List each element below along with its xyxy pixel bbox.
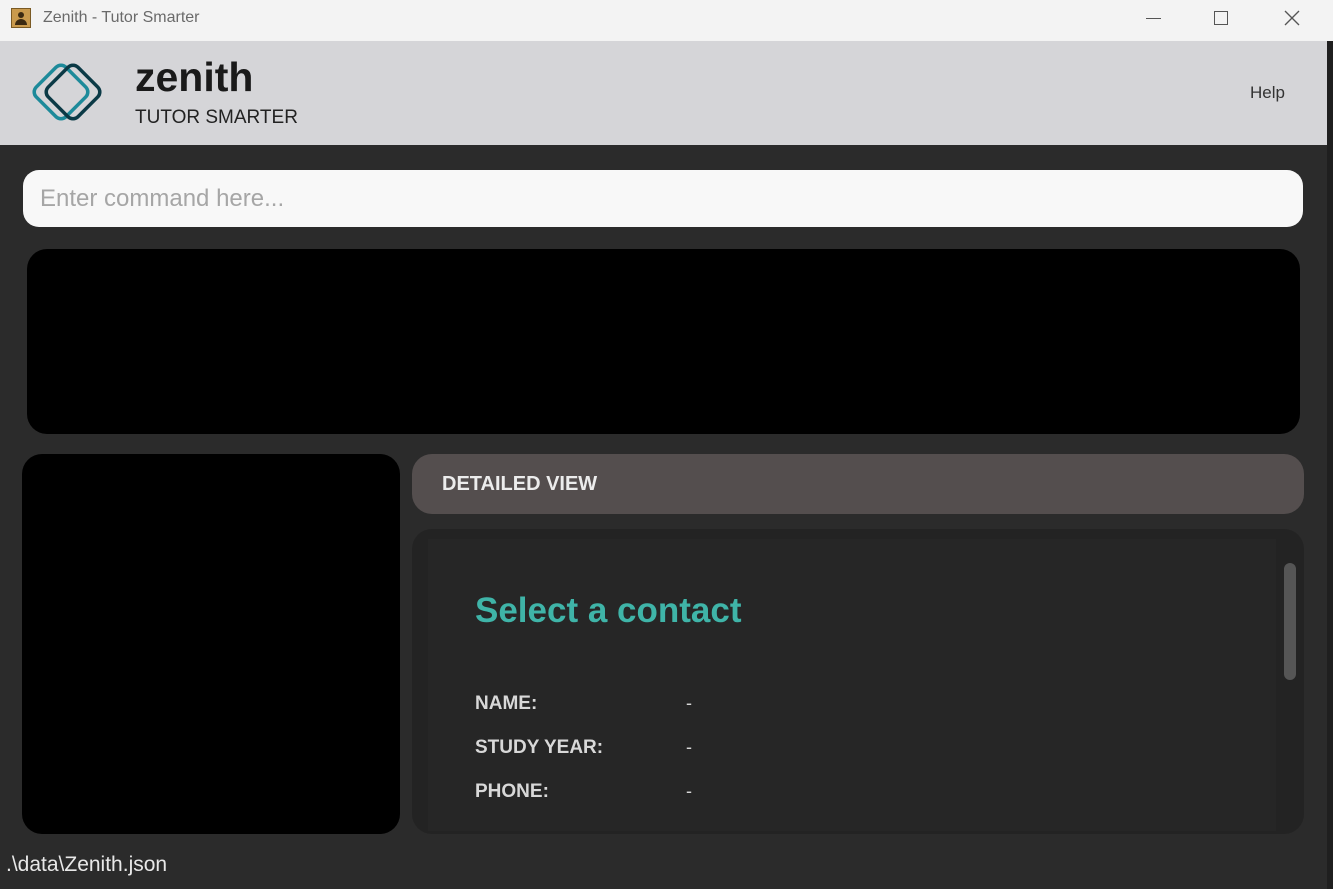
close-icon bbox=[1284, 10, 1300, 26]
zenith-logo-icon bbox=[32, 63, 102, 121]
detail-content: Select a contact NAME: - STUDY YEAR: - P… bbox=[428, 539, 1296, 831]
window-right-edge bbox=[1327, 41, 1333, 889]
app-icon-head bbox=[18, 12, 24, 18]
help-menu[interactable]: Help bbox=[1250, 83, 1285, 103]
name-label: NAME: bbox=[475, 693, 538, 714]
contact-list-panel[interactable] bbox=[22, 454, 400, 834]
detail-scrollbar[interactable] bbox=[1284, 563, 1296, 680]
detail-card: Select a contact NAME: - STUDY YEAR: - P… bbox=[412, 529, 1304, 834]
window-titlebar: Zenith - Tutor Smarter bbox=[0, 0, 1333, 41]
app-icon-body bbox=[15, 19, 27, 25]
app-header: zenith TUTOR SMARTER Help bbox=[0, 41, 1327, 145]
name-value: - bbox=[686, 693, 692, 713]
status-file-path: .\data\Zenith.json bbox=[6, 853, 168, 876]
brand-name: zenith bbox=[135, 54, 254, 100]
contact-title: Select a contact bbox=[475, 591, 742, 630]
detailed-view-header: DETAILED VIEW bbox=[412, 454, 1304, 514]
phone-label: PHONE: bbox=[475, 781, 549, 802]
brand-tagline: TUTOR SMARTER bbox=[135, 107, 298, 128]
close-button[interactable] bbox=[1269, 0, 1315, 36]
command-input[interactable] bbox=[23, 170, 1303, 227]
minimize-button[interactable] bbox=[1130, 0, 1176, 36]
study-year-value: - bbox=[686, 737, 692, 757]
result-display bbox=[27, 249, 1300, 434]
app-icon bbox=[11, 8, 31, 28]
study-year-label: STUDY YEAR: bbox=[475, 737, 604, 758]
window-title: Zenith - Tutor Smarter bbox=[43, 9, 200, 26]
detailed-view-label: DETAILED VIEW bbox=[442, 473, 598, 495]
maximize-button[interactable] bbox=[1199, 0, 1245, 36]
phone-value: - bbox=[686, 781, 692, 801]
